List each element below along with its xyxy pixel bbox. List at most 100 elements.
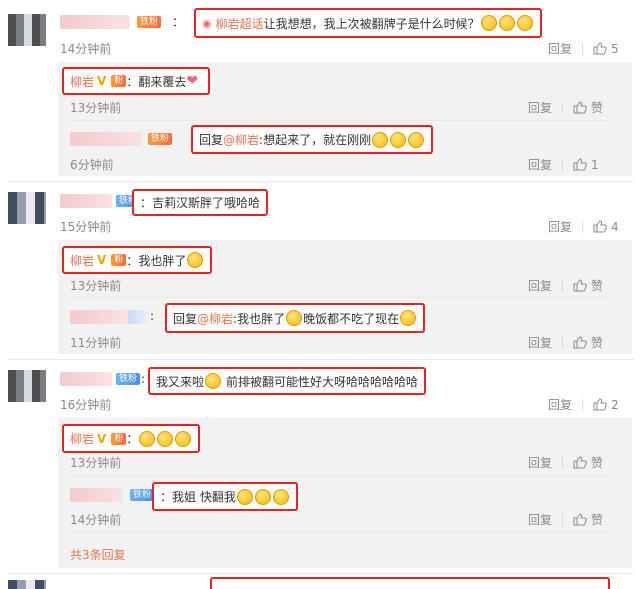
thumbs-up-icon[interactable] (593, 220, 607, 233)
reply-button[interactable]: 回复 (548, 218, 572, 235)
divider (8, 359, 634, 360)
username-blurred[interactable] (60, 15, 130, 29)
comment-content-highlight: ： 吉莉汉斯胖了哦哈哈 (132, 189, 269, 216)
divider (582, 398, 584, 411)
divider (562, 456, 564, 469)
location-pin-icon: ◉ (202, 16, 212, 30)
reply-content-highlight: 回复 @柳岩 :想起来了，就在刚刚 (191, 125, 434, 154)
reply-colon: ： (160, 490, 173, 504)
emoji-icon (390, 131, 407, 148)
divider (70, 476, 610, 477)
divider (562, 101, 564, 114)
comment-text: 吉莉汉斯胖了哦哈哈 (152, 196, 261, 210)
topic-tag-link[interactable]: 柳岩超话 (216, 15, 264, 32)
mention-link[interactable]: @柳岩 (197, 310, 233, 327)
reply-colon: : (150, 309, 155, 323)
reply-author[interactable]: 柳岩 (70, 430, 94, 447)
emoji-icon (408, 131, 425, 148)
fan-badge-icon: 粉 (111, 432, 127, 445)
thumbs-up-icon[interactable] (573, 101, 587, 114)
avatar[interactable] (8, 192, 46, 224)
reply-button[interactable]: 回复 (548, 40, 572, 57)
like-count: 2 (611, 397, 619, 412)
reply-actions: 回复 1 (528, 156, 599, 173)
emoji-icon (498, 15, 515, 31)
emoji-icon (272, 488, 289, 505)
heart-icon: ❤ (186, 73, 199, 89)
username-blurred[interactable] (60, 194, 112, 208)
reply-button[interactable]: 回复 (528, 511, 552, 528)
like-button[interactable]: 赞 (591, 511, 603, 528)
emoji-icon (516, 15, 533, 31)
fan-badge-icon: 粉 (111, 75, 127, 87)
reply-button[interactable]: 回复 (528, 334, 552, 351)
like-button[interactable]: 赞 (591, 99, 603, 116)
vip-badge-icon: V (97, 253, 107, 267)
avatar[interactable] (8, 580, 46, 589)
reply-time: 14分钟前 (70, 513, 122, 527)
vip-badge-icon: V (97, 74, 107, 88)
divider (562, 336, 564, 349)
reply-colon: ： (126, 74, 139, 89)
avatar[interactable] (8, 14, 46, 46)
emoji-icon (286, 310, 303, 326)
reply-text: 我姐 快翻我 (172, 490, 236, 504)
username-blurred[interactable] (60, 372, 112, 386)
reply-actions: 回复 赞 (528, 511, 603, 528)
mention-link[interactable]: @柳岩 (223, 131, 259, 148)
emoji-icon (205, 373, 222, 389)
divider (562, 513, 564, 526)
reply-actions: 回复 赞 (528, 277, 603, 294)
reply-author[interactable]: 柳岩 (70, 73, 94, 90)
reply-button[interactable]: 回复 (528, 277, 552, 294)
username-blurred[interactable] (70, 488, 122, 502)
reply-button[interactable]: 回复 (528, 156, 552, 173)
thumbs-up-icon[interactable] (593, 398, 607, 411)
reply-time: 13分钟前 (70, 456, 122, 470)
username-blurred[interactable] (128, 310, 148, 324)
reply-prefix: 回复 (199, 133, 224, 147)
reply-button[interactable]: 回复 (528, 454, 552, 471)
comment-actions: 回复 4 (548, 218, 619, 235)
reply-author[interactable]: 柳岩 (70, 252, 94, 269)
thumbs-up-icon[interactable] (573, 456, 587, 469)
reply-text: :想起来了，就在刚刚 (259, 133, 372, 147)
more-replies-link[interactable]: 共3条回复 (70, 546, 126, 563)
reply-colon: ： (126, 432, 139, 446)
reply-actions: 回复 赞 (528, 99, 603, 116)
username-blurred[interactable] (70, 310, 128, 324)
thumbs-up-icon[interactable] (593, 42, 607, 55)
like-button[interactable]: 赞 (591, 334, 603, 351)
reply-button[interactable]: 回复 (548, 396, 572, 413)
reply-actions: 回复 赞 (528, 454, 603, 471)
divider (70, 297, 610, 298)
reply-time: 13分钟前 (70, 101, 122, 115)
divider (562, 158, 564, 171)
divider (582, 42, 584, 55)
like-button[interactable]: 赞 (591, 454, 603, 471)
divider (8, 573, 634, 574)
username-blurred[interactable] (70, 132, 142, 146)
thumbs-up-icon[interactable] (573, 279, 587, 292)
reply-prefix: 回复 (173, 311, 198, 326)
comment-text: 让我想想，我上次被翻牌子是什么时候？ (263, 16, 480, 31)
comment-colon: ： (140, 196, 153, 210)
comment-time: 14分钟前 (60, 42, 112, 56)
comment-colon: ： (172, 15, 185, 29)
emoji-icon (175, 430, 192, 447)
thumbs-up-icon[interactable] (573, 513, 587, 526)
thumbs-up-icon[interactable] (573, 158, 587, 171)
emoji-icon (139, 430, 156, 447)
emoji-icon (372, 131, 389, 148)
comment-actions: 回复 2 (548, 396, 619, 413)
reply-content-highlight: 柳岩 V 粉 ： (62, 424, 201, 453)
thumbs-up-icon[interactable] (573, 336, 587, 349)
reply-content-highlight: ： 我姐 快翻我 (152, 482, 298, 511)
reply-button[interactable]: 回复 (528, 99, 552, 116)
avatar[interactable] (8, 370, 46, 402)
reply-text: 翻来覆去 (138, 74, 187, 89)
fan-badge-icon: 铁粉 (137, 16, 162, 28)
reply-content-highlight: 柳岩 V 粉 ： 翻来覆去 ❤ (62, 67, 211, 95)
like-button[interactable]: 赞 (591, 277, 603, 294)
reply-colon: ： (126, 253, 139, 268)
